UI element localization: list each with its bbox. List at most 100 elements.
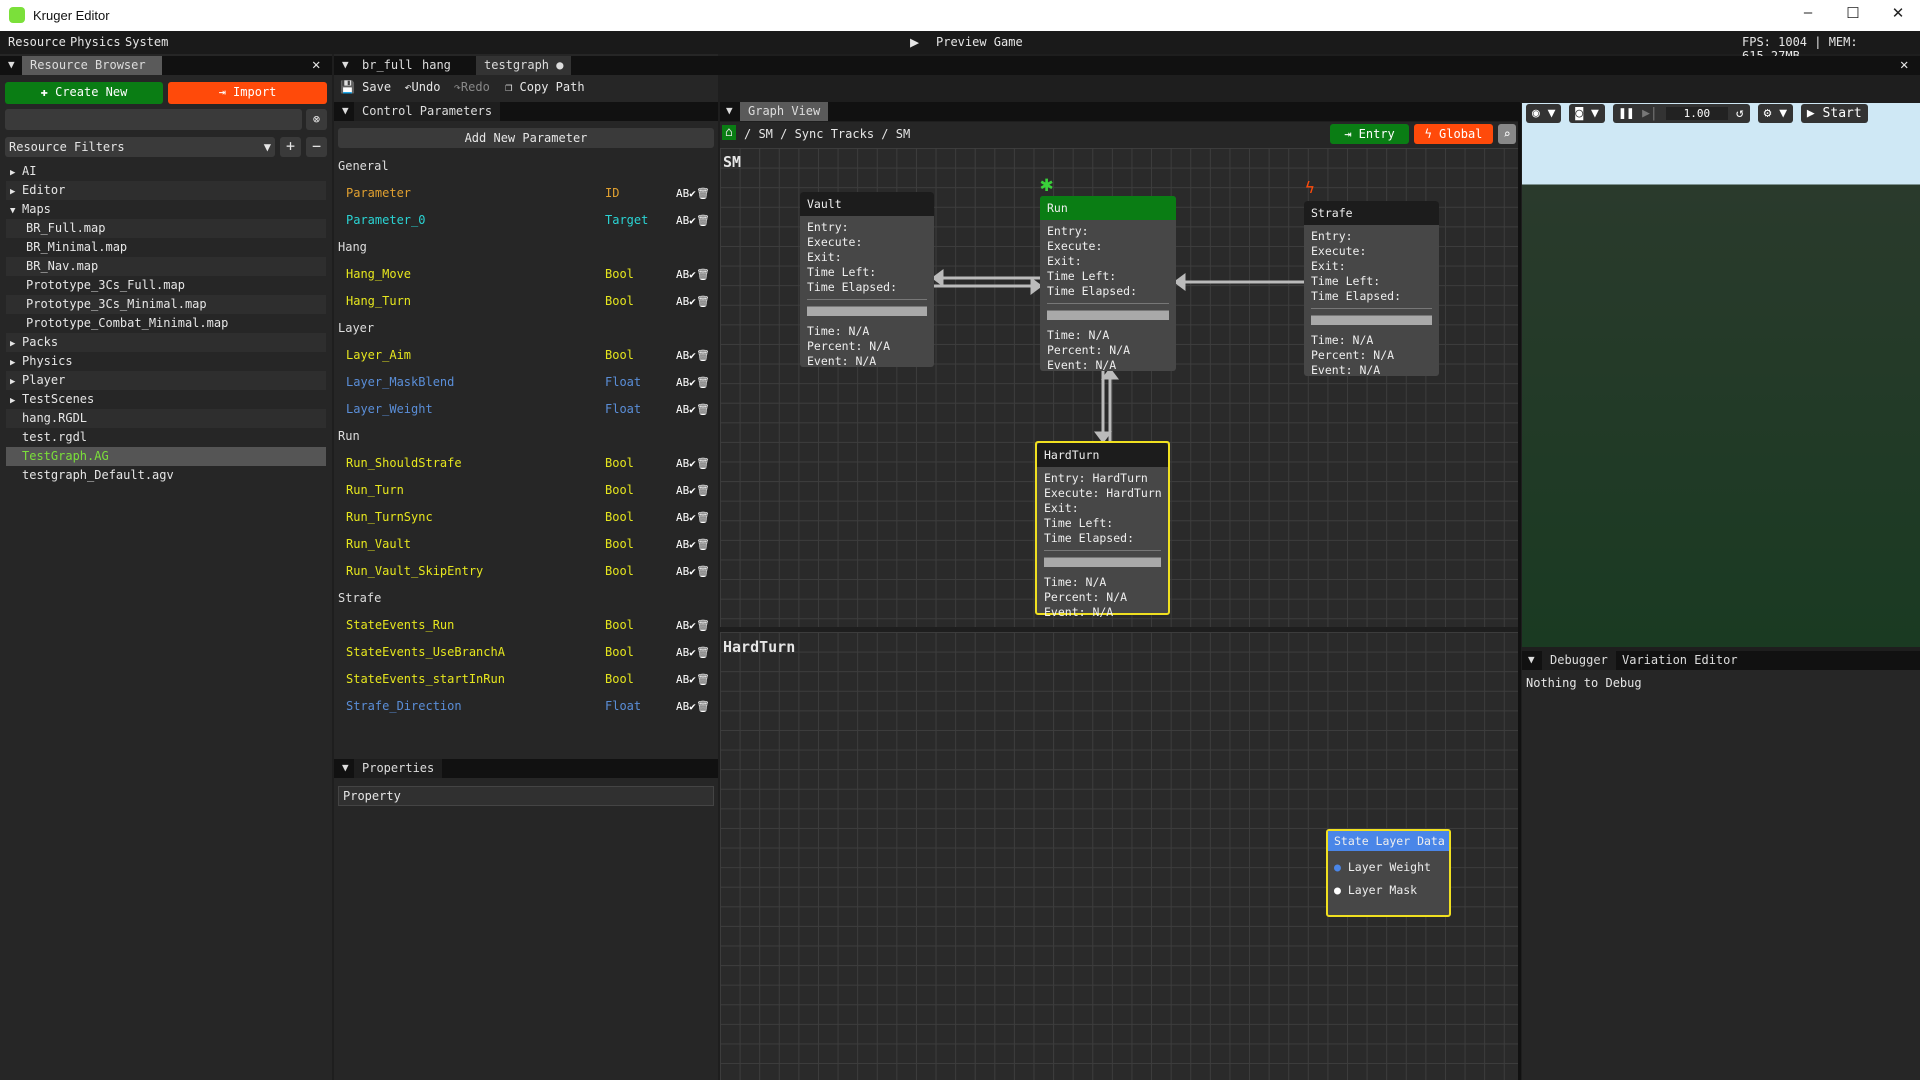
tree-item[interactable]: TestGraph.AG [6, 447, 326, 466]
rename-icon[interactable]: AB✔ [676, 693, 696, 720]
delete-icon[interactable]: 🗑 [696, 612, 710, 639]
delete-icon[interactable]: 🗑 [696, 558, 710, 585]
parameter-row[interactable]: Run_TurnSync Bool AB✔ 🗑 [346, 504, 711, 531]
home-icon[interactable]: ⌂ [722, 125, 736, 140]
tree-item[interactable]: BR_Nav.map [6, 257, 326, 276]
delete-icon[interactable]: 🗑 [696, 342, 710, 369]
collapse-icon[interactable]: ▼ [1528, 653, 1535, 666]
tree-item[interactable]: Prototype_3Cs_Minimal.map [6, 295, 326, 314]
redo-button[interactable]: ↷Redo [454, 80, 490, 94]
menu-resource[interactable]: Resource [8, 35, 66, 49]
tab-properties[interactable]: Properties [354, 759, 443, 778]
preview-game-button[interactable]: Preview Game [936, 35, 1023, 49]
search-icon[interactable]: ⌕ [1498, 124, 1516, 144]
state-node-vault[interactable]: Vault Entry: Execute: Exit: Time Left: Time E… [800, 192, 934, 368]
create-new-button[interactable]: ✚ Create New [5, 82, 163, 104]
tree-item[interactable]: ▶ Physics [6, 352, 326, 371]
parameter-row[interactable]: Run_Vault_SkipEntry Bool AB✔ 🗑 [346, 558, 711, 585]
delete-icon[interactable]: 🗑 [696, 396, 710, 423]
delete-icon[interactable]: 🗑 [696, 207, 710, 234]
delete-icon[interactable]: 🗑 [696, 288, 710, 315]
collapse-icon[interactable]: ▼ [342, 104, 349, 117]
collapse-icon[interactable]: ▼ [342, 58, 349, 71]
delete-icon[interactable]: 🗑 [696, 450, 710, 477]
state-layer-data-node[interactable]: State Layer Data ● Layer Weight ● Layer … [1326, 829, 1451, 917]
tree-item[interactable]: BR_Full.map [6, 219, 326, 238]
camera-dropdown[interactable]: ◙ ▼ [1569, 104, 1605, 123]
delete-icon[interactable]: 🗑 [696, 477, 710, 504]
settings-dropdown[interactable]: ⚙ ▼ [1757, 104, 1794, 123]
rename-icon[interactable]: AB✔ [676, 531, 696, 558]
play-icon[interactable]: ▶ [910, 33, 919, 51]
tree-item[interactable]: testgraph_Default.agv [6, 466, 326, 485]
parameter-row[interactable]: Run_Vault Bool AB✔ 🗑 [346, 531, 711, 558]
resource-filters-dropdown[interactable]: Resource Filters ▼ [5, 137, 275, 157]
global-button[interactable]: ϟ Global [1414, 124, 1493, 144]
parameter-row[interactable]: Layer_Weight Float AB✔ 🗑 [346, 396, 711, 423]
delete-icon[interactable]: 🗑 [696, 504, 710, 531]
rename-icon[interactable]: AB✔ [676, 261, 696, 288]
rename-icon[interactable]: AB✔ [676, 450, 696, 477]
parameter-row[interactable]: StateEvents_Run Bool AB✔ 🗑 [346, 612, 711, 639]
tab-graph-view[interactable]: Graph View [740, 102, 829, 121]
splitter[interactable] [1518, 103, 1521, 1080]
tree-item[interactable]: BR_Minimal.map [6, 238, 326, 257]
graph-canvas[interactable]: SM ✱ ϟ Vault Entry: Execute: Exit: Time Left… [720, 148, 1520, 627]
tree-item[interactable]: ▶ AI [6, 162, 326, 181]
tree-item[interactable]: ▶ Player [6, 371, 326, 390]
parameter-row[interactable]: Hang_Turn Bool AB✔ 🗑 [346, 288, 711, 315]
clear-search-icon[interactable]: ⊗ [306, 109, 327, 130]
save-button[interactable]: 💾 Save [340, 80, 391, 94]
parameter-row[interactable]: Run_Turn Bool AB✔ 🗑 [346, 477, 711, 504]
remove-filter-button[interactable]: − [306, 137, 327, 157]
delete-icon[interactable]: 🗑 [696, 261, 710, 288]
rename-icon[interactable]: AB✔ [676, 666, 696, 693]
rename-icon[interactable]: AB✔ [676, 342, 696, 369]
tree-item[interactable]: test.rgdl [6, 428, 326, 447]
resource-search-input[interactable] [5, 109, 302, 130]
close-panel-icon[interactable]: ✕ [312, 57, 320, 73]
tree-item[interactable]: Prototype_Combat_Minimal.map [6, 314, 326, 333]
parameter-row[interactable]: Strafe_Direction Float AB✔ 🗑 [346, 693, 711, 720]
parameter-row[interactable]: StateEvents_UseBranchA Bool AB✔ 🗑 [346, 639, 711, 666]
tab-control-parameters[interactable]: Control Parameters [354, 102, 501, 121]
pin-layer-mask[interactable]: ● Layer Mask [1334, 879, 1449, 902]
rename-icon[interactable]: AB✔ [676, 396, 696, 423]
collapse-icon[interactable]: ▼ [342, 761, 349, 774]
rename-icon[interactable]: AB✔ [676, 180, 696, 207]
start-button[interactable]: ▶ Start [1800, 104, 1868, 123]
delete-icon[interactable]: 🗑 [696, 369, 710, 396]
close-document-icon[interactable]: ✕ [1900, 57, 1908, 73]
import-button[interactable]: ⇥ Import [168, 82, 327, 104]
tab-debugger[interactable]: Debugger [1542, 651, 1616, 670]
entry-button[interactable]: ⇥ Entry [1330, 124, 1409, 144]
minimize-button[interactable]: – [1788, 4, 1828, 26]
delete-icon[interactable]: 🗑 [696, 531, 710, 558]
rename-icon[interactable]: AB✔ [676, 207, 696, 234]
input-pin-icon[interactable]: ● [1334, 860, 1341, 874]
rename-icon[interactable]: AB✔ [676, 477, 696, 504]
add-new-parameter-button[interactable]: Add New Parameter [338, 128, 714, 148]
breadcrumb[interactable]: / SM / Sync Tracks / SM [744, 127, 910, 141]
tree-item[interactable]: ▶ Editor [6, 181, 326, 200]
copy-path-button[interactable]: ❐ Copy Path [505, 80, 584, 94]
subgraph-canvas[interactable]: HardTurn State Layer Data ● Layer Weight… [720, 632, 1520, 1080]
rename-icon[interactable]: AB✔ [676, 612, 696, 639]
rename-icon[interactable]: AB✔ [676, 369, 696, 396]
scene-viewport[interactable]: ◉ ▼ ◙ ▼ ❚❚ ▶| 1.00 ↺ ⚙ ▼ ▶ Start [1522, 103, 1920, 647]
menu-system[interactable]: System [125, 35, 168, 49]
state-node-run[interactable]: Run Entry: Execute: Exit: Time Left: Time Ela… [1040, 196, 1176, 372]
parameter-row[interactable]: Parameter_0 Target AB✔ 🗑 [346, 207, 711, 234]
state-node-strafe[interactable]: Strafe Entry: Execute: Exit: Time Left: Time … [1304, 201, 1439, 377]
visibility-dropdown[interactable]: ◉ ▼ [1526, 104, 1562, 123]
time-scale-slider[interactable]: 1.00 [1665, 107, 1729, 120]
delete-icon[interactable]: 🗑 [696, 639, 710, 666]
parameter-row[interactable]: Hang_Move Bool AB✔ 🗑 [346, 261, 711, 288]
menu-physics[interactable]: Physics [70, 35, 121, 49]
tree-item[interactable]: hang.RGDL [6, 409, 326, 428]
parameter-row[interactable]: Layer_MaskBlend Float AB✔ 🗑 [346, 369, 711, 396]
tab-testgraph[interactable]: testgraph ● [476, 56, 572, 75]
maximize-button[interactable]: ☐ [1833, 4, 1873, 26]
parameter-row[interactable]: Run_ShouldStrafe Bool AB✔ 🗑 [346, 450, 711, 477]
undo-button[interactable]: ↶Undo [404, 80, 440, 94]
